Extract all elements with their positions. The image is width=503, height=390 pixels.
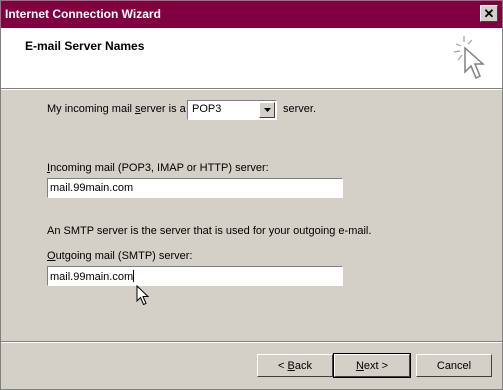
- back-text: ack: [294, 359, 312, 372]
- back-prefix: <: [278, 359, 288, 372]
- outgoing-label-text: utgoing mail (SMTP) server:: [55, 250, 193, 262]
- next-text: ext >: [363, 359, 389, 372]
- mouse-pointer-icon: [136, 285, 150, 306]
- text-caret: [133, 270, 135, 282]
- dropdown-arrow-icon[interactable]: [259, 102, 275, 118]
- next-hotkey: N: [355, 359, 364, 372]
- outgoing-server-input[interactable]: mail.99main.com: [47, 266, 343, 286]
- wizard-header: E-mail Server Names: [1, 28, 502, 89]
- window-title: Internet Connection Wizard: [5, 7, 161, 21]
- incoming-server-label: Incoming mail (POP3, IMAP or HTTP) serve…: [47, 162, 269, 174]
- next-button-label: Next >: [356, 360, 388, 372]
- footer-divider-highlight: [1, 342, 502, 343]
- incoming-type-select[interactable]: POP3: [187, 100, 277, 120]
- wizard-window: Internet Connection Wizard ✕ E-mail Serv…: [0, 0, 503, 390]
- outgoing-server-value: mail.99main.com: [50, 271, 134, 283]
- outgoing-server-label: Outgoing mail (SMTP) server:: [47, 250, 193, 262]
- title-bar[interactable]: Internet Connection Wizard ✕: [1, 1, 502, 28]
- incoming-label-text: ncoming mail (POP3, IMAP or HTTP) server…: [50, 162, 269, 174]
- back-hotkey: B: [287, 359, 295, 372]
- incoming-type-value: POP3: [192, 103, 222, 115]
- incoming-server-input[interactable]: mail.99main.com: [47, 178, 343, 198]
- outgoing-label-hotkey: O: [47, 250, 56, 262]
- cancel-button[interactable]: Cancel: [416, 354, 492, 377]
- next-button[interactable]: Next >: [333, 353, 411, 378]
- smtp-note: An SMTP server is the server that is use…: [47, 225, 372, 237]
- incoming-server-value: mail.99main.com: [50, 182, 134, 194]
- back-button[interactable]: < Back: [257, 354, 333, 377]
- incoming-type-suffix: server.: [283, 103, 317, 115]
- incoming-type-label: My incoming mail server is a: [47, 103, 186, 115]
- incoming-type-prefix: My incoming mail server is a: [47, 103, 186, 115]
- page-heading: E-mail Server Names: [25, 39, 145, 53]
- wizard-sparkle-icon: [453, 36, 485, 80]
- cancel-button-label: Cancel: [436, 359, 472, 372]
- close-icon: ✕: [483, 6, 495, 21]
- header-divider: [1, 89, 502, 90]
- back-button-label: < Back: [278, 360, 312, 372]
- close-button[interactable]: ✕: [480, 5, 498, 22]
